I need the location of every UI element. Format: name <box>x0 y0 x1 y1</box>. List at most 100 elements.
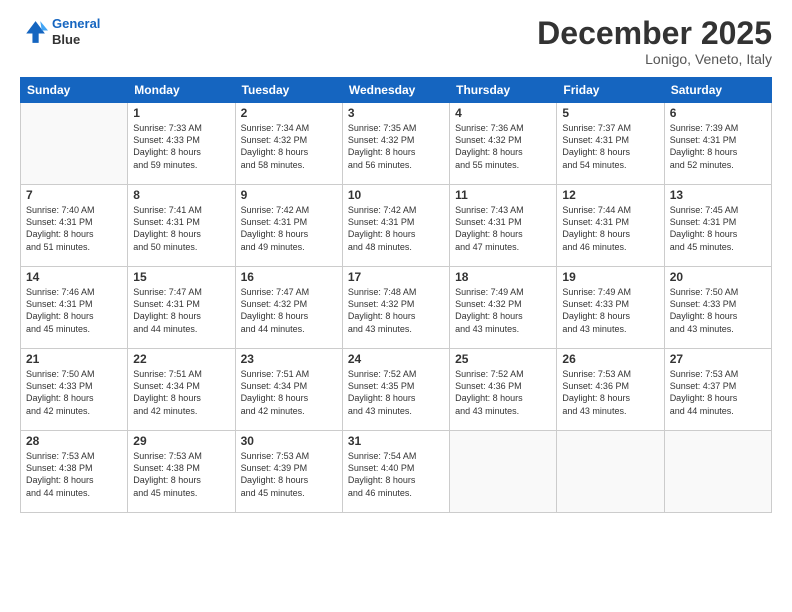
day-number: 28 <box>26 434 122 448</box>
calendar-cell: 3 Sunrise: 7:35 AM Sunset: 4:32 PM Daylig… <box>342 103 449 185</box>
calendar-cell: 27 Sunrise: 7:53 AM Sunset: 4:37 PM Dayli… <box>664 349 771 431</box>
calendar-cell: 15 Sunrise: 7:47 AM Sunset: 4:31 PM Dayli… <box>128 267 235 349</box>
day-number: 2 <box>241 106 337 120</box>
day-info: Sunrise: 7:53 AM Sunset: 4:38 PM Dayligh… <box>133 450 229 499</box>
day-number: 26 <box>562 352 658 366</box>
calendar-cell: 1 Sunrise: 7:33 AM Sunset: 4:33 PM Daylig… <box>128 103 235 185</box>
day-info: Sunrise: 7:39 AM Sunset: 4:31 PM Dayligh… <box>670 122 766 171</box>
calendar-header-thursday: Thursday <box>450 78 557 103</box>
day-number: 18 <box>455 270 551 284</box>
logo-line1: General <box>52 16 100 31</box>
day-number: 15 <box>133 270 229 284</box>
calendar-cell: 31 Sunrise: 7:54 AM Sunset: 4:40 PM Dayli… <box>342 431 449 513</box>
calendar-cell: 17 Sunrise: 7:48 AM Sunset: 4:32 PM Dayli… <box>342 267 449 349</box>
calendar-week-row: 14Sunrise: 7:46 AM Sunset: 4:31 PM Dayli… <box>21 267 772 349</box>
day-number: 30 <box>241 434 337 448</box>
calendar-cell: 13 Sunrise: 7:45 AM Sunset: 4:31 PM Dayli… <box>664 185 771 267</box>
calendar-cell: 12Sunrise: 7:44 AM Sunset: 4:31 PM Dayli… <box>557 185 664 267</box>
header: General Blue December 2025 Lonigo, Venet… <box>20 16 772 67</box>
calendar-header-wednesday: Wednesday <box>342 78 449 103</box>
day-number: 1 <box>133 106 229 120</box>
calendar-week-row: 7Sunrise: 7:40 AM Sunset: 4:31 PM Daylig… <box>21 185 772 267</box>
calendar-cell: 8 Sunrise: 7:41 AM Sunset: 4:31 PM Daylig… <box>128 185 235 267</box>
day-info: Sunrise: 7:34 AM Sunset: 4:32 PM Dayligh… <box>241 122 337 171</box>
day-info: Sunrise: 7:45 AM Sunset: 4:31 PM Dayligh… <box>670 204 766 253</box>
day-info: Sunrise: 7:36 AM Sunset: 4:32 PM Dayligh… <box>455 122 551 171</box>
day-number: 9 <box>241 188 337 202</box>
day-number: 17 <box>348 270 444 284</box>
calendar-cell: 6 Sunrise: 7:39 AM Sunset: 4:31 PM Daylig… <box>664 103 771 185</box>
day-info: Sunrise: 7:33 AM Sunset: 4:33 PM Dayligh… <box>133 122 229 171</box>
day-info: Sunrise: 7:53 AM Sunset: 4:36 PM Dayligh… <box>562 368 658 417</box>
calendar-cell: 5Sunrise: 7:37 AM Sunset: 4:31 PM Daylig… <box>557 103 664 185</box>
calendar-cell: 10Sunrise: 7:42 AM Sunset: 4:31 PM Dayli… <box>342 185 449 267</box>
calendar-cell: 28 Sunrise: 7:53 AM Sunset: 4:38 PM Dayli… <box>21 431 128 513</box>
calendar-cell: 29 Sunrise: 7:53 AM Sunset: 4:38 PM Dayli… <box>128 431 235 513</box>
day-info: Sunrise: 7:40 AM Sunset: 4:31 PM Dayligh… <box>26 204 122 253</box>
day-info: Sunrise: 7:54 AM Sunset: 4:40 PM Dayligh… <box>348 450 444 499</box>
calendar-header-sunday: Sunday <box>21 78 128 103</box>
day-number: 16 <box>241 270 337 284</box>
day-number: 22 <box>133 352 229 366</box>
day-info: Sunrise: 7:51 AM Sunset: 4:34 PM Dayligh… <box>133 368 229 417</box>
day-number: 29 <box>133 434 229 448</box>
day-number: 11 <box>455 188 551 202</box>
day-info: Sunrise: 7:51 AM Sunset: 4:34 PM Dayligh… <box>241 368 337 417</box>
calendar-week-row: 28 Sunrise: 7:53 AM Sunset: 4:38 PM Dayli… <box>21 431 772 513</box>
calendar-cell <box>450 431 557 513</box>
day-number: 24 <box>348 352 444 366</box>
day-info: Sunrise: 7:52 AM Sunset: 4:36 PM Dayligh… <box>455 368 551 417</box>
day-info: Sunrise: 7:42 AM Sunset: 4:31 PM Dayligh… <box>348 204 444 253</box>
day-info: Sunrise: 7:49 AM Sunset: 4:32 PM Dayligh… <box>455 286 551 335</box>
calendar-cell <box>557 431 664 513</box>
calendar-cell: 14Sunrise: 7:46 AM Sunset: 4:31 PM Dayli… <box>21 267 128 349</box>
logo-line2: Blue <box>52 32 100 48</box>
calendar-cell: 16 Sunrise: 7:47 AM Sunset: 4:32 PM Dayli… <box>235 267 342 349</box>
calendar-cell: 30 Sunrise: 7:53 AM Sunset: 4:39 PM Dayli… <box>235 431 342 513</box>
day-info: Sunrise: 7:48 AM Sunset: 4:32 PM Dayligh… <box>348 286 444 335</box>
day-number: 25 <box>455 352 551 366</box>
day-info: Sunrise: 7:37 AM Sunset: 4:31 PM Dayligh… <box>562 122 658 171</box>
day-info: Sunrise: 7:47 AM Sunset: 4:32 PM Dayligh… <box>241 286 337 335</box>
calendar-cell: 23 Sunrise: 7:51 AM Sunset: 4:34 PM Dayli… <box>235 349 342 431</box>
calendar-header-row: SundayMondayTuesdayWednesdayThursdayFrid… <box>21 78 772 103</box>
calendar-cell: 21Sunrise: 7:50 AM Sunset: 4:33 PM Dayli… <box>21 349 128 431</box>
day-info: Sunrise: 7:49 AM Sunset: 4:33 PM Dayligh… <box>562 286 658 335</box>
calendar-cell: 20 Sunrise: 7:50 AM Sunset: 4:33 PM Dayli… <box>664 267 771 349</box>
day-info: Sunrise: 7:50 AM Sunset: 4:33 PM Dayligh… <box>670 286 766 335</box>
calendar-cell: 7Sunrise: 7:40 AM Sunset: 4:31 PM Daylig… <box>21 185 128 267</box>
day-number: 13 <box>670 188 766 202</box>
day-info: Sunrise: 7:43 AM Sunset: 4:31 PM Dayligh… <box>455 204 551 253</box>
day-number: 6 <box>670 106 766 120</box>
day-info: Sunrise: 7:41 AM Sunset: 4:31 PM Dayligh… <box>133 204 229 253</box>
calendar-table: SundayMondayTuesdayWednesdayThursdayFrid… <box>20 77 772 513</box>
day-number: 4 <box>455 106 551 120</box>
calendar-cell: 25 Sunrise: 7:52 AM Sunset: 4:36 PM Dayli… <box>450 349 557 431</box>
calendar-cell: 9 Sunrise: 7:42 AM Sunset: 4:31 PM Daylig… <box>235 185 342 267</box>
day-info: Sunrise: 7:42 AM Sunset: 4:31 PM Dayligh… <box>241 204 337 253</box>
day-number: 8 <box>133 188 229 202</box>
logo-text: General Blue <box>52 16 100 47</box>
calendar-cell: 26 Sunrise: 7:53 AM Sunset: 4:36 PM Dayli… <box>557 349 664 431</box>
day-info: Sunrise: 7:53 AM Sunset: 4:37 PM Dayligh… <box>670 368 766 417</box>
day-number: 31 <box>348 434 444 448</box>
day-info: Sunrise: 7:53 AM Sunset: 4:39 PM Dayligh… <box>241 450 337 499</box>
calendar-header-saturday: Saturday <box>664 78 771 103</box>
day-number: 27 <box>670 352 766 366</box>
calendar-week-row: 21Sunrise: 7:50 AM Sunset: 4:33 PM Dayli… <box>21 349 772 431</box>
day-number: 12 <box>562 188 658 202</box>
logo: General Blue <box>20 16 100 47</box>
location: Lonigo, Veneto, Italy <box>537 51 772 67</box>
calendar-header-friday: Friday <box>557 78 664 103</box>
title-block: December 2025 Lonigo, Veneto, Italy <box>537 16 772 67</box>
calendar-cell <box>21 103 128 185</box>
day-info: Sunrise: 7:47 AM Sunset: 4:31 PM Dayligh… <box>133 286 229 335</box>
day-number: 20 <box>670 270 766 284</box>
day-number: 3 <box>348 106 444 120</box>
logo-icon <box>20 18 48 46</box>
day-info: Sunrise: 7:35 AM Sunset: 4:32 PM Dayligh… <box>348 122 444 171</box>
day-info: Sunrise: 7:53 AM Sunset: 4:38 PM Dayligh… <box>26 450 122 499</box>
day-number: 14 <box>26 270 122 284</box>
calendar-cell: 11 Sunrise: 7:43 AM Sunset: 4:31 PM Dayli… <box>450 185 557 267</box>
day-number: 23 <box>241 352 337 366</box>
